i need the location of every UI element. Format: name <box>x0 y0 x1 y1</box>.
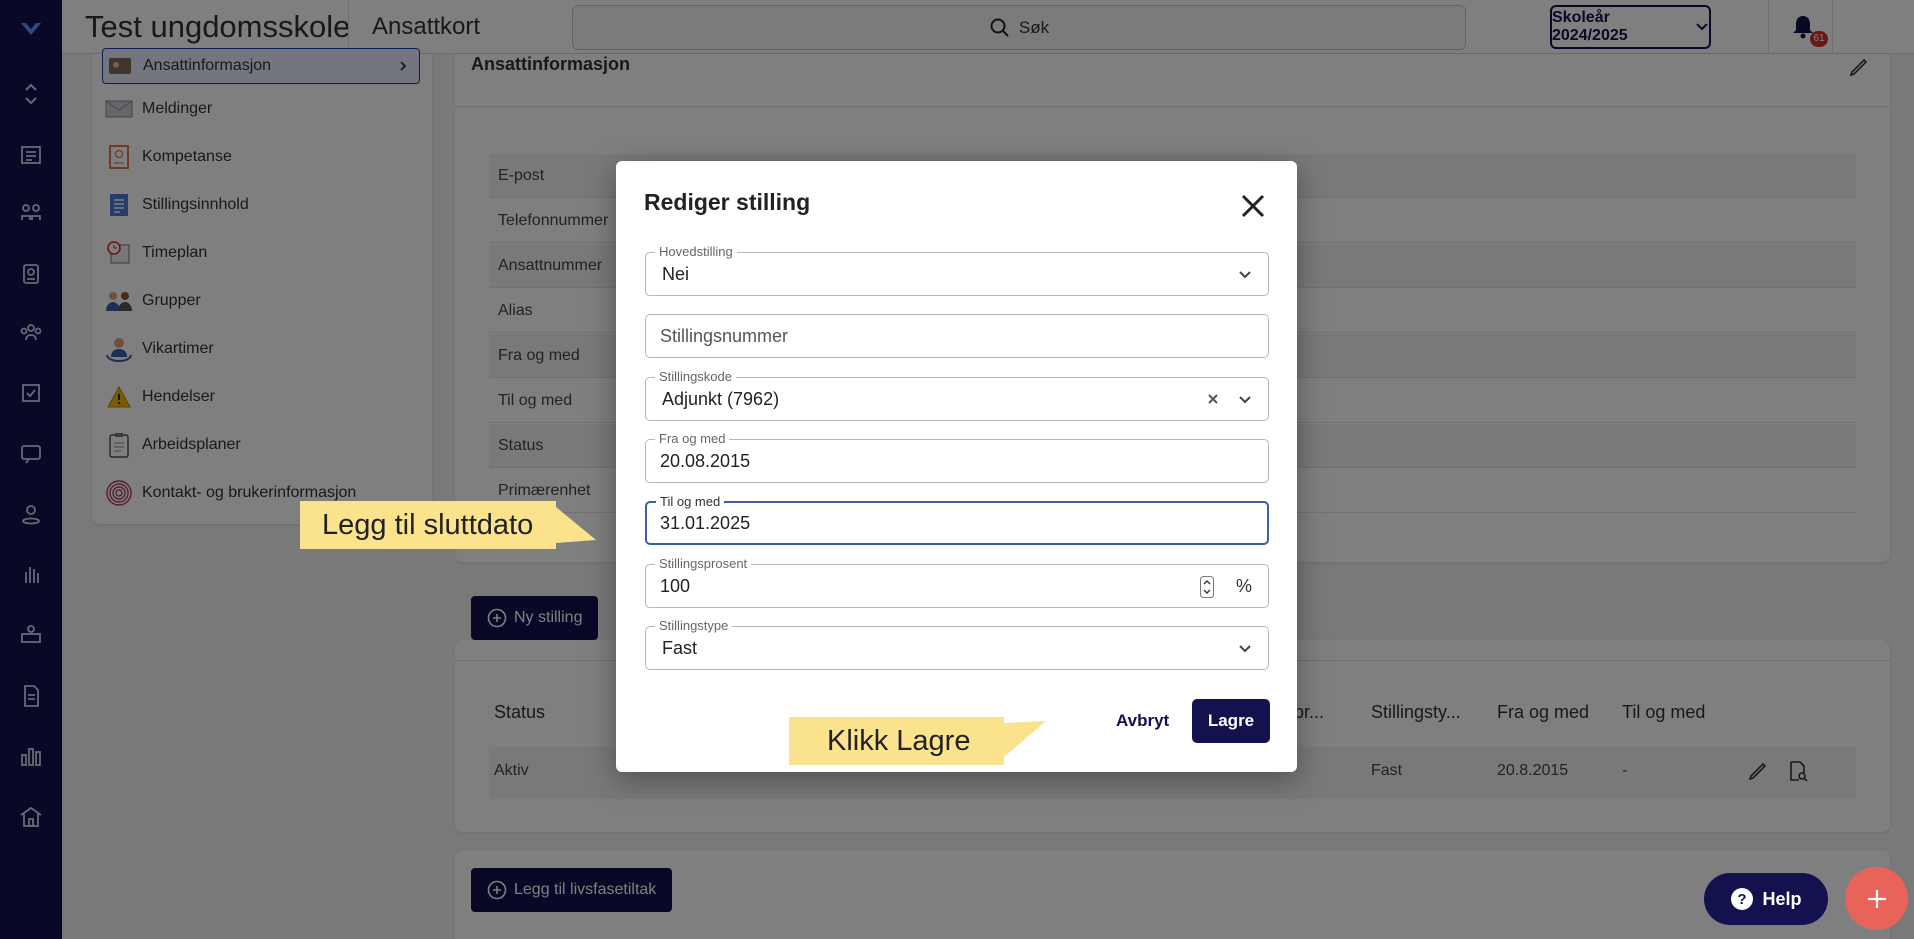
callout-text: Klikk Lagre <box>827 724 971 757</box>
callout-pointer <box>1004 721 1046 757</box>
svg-text:?: ? <box>1738 891 1747 908</box>
callout-save: Klikk Lagre <box>789 717 1046 765</box>
question-circle-icon: ? <box>1731 888 1754 910</box>
field-value: Adjunkt (7962) <box>662 389 780 409</box>
field-value: 31.01.2025 <box>660 513 751 533</box>
stillingstype-select[interactable]: Stillingstype Fast <box>645 618 1269 670</box>
chevron-down-icon <box>1239 271 1251 279</box>
cancel-button[interactable]: Avbryt <box>1102 699 1183 743</box>
close-icon[interactable] <box>1236 189 1270 223</box>
add-fab-button[interactable] <box>1845 867 1908 930</box>
callout-text: Legg til sluttdato <box>322 508 534 541</box>
stillingskode-select[interactable]: Stillingskode Adjunkt (7962) <box>645 369 1269 421</box>
field-value: 20.08.2015 <box>660 451 751 471</box>
edit-position-dialog: Rediger stilling Hovedstilling Nei Still… <box>616 161 1297 772</box>
clear-icon[interactable] <box>1204 390 1222 408</box>
save-button[interactable]: Lagre <box>1192 699 1270 743</box>
field-placeholder: Stillingsnummer <box>660 326 789 346</box>
field-value: Fast <box>662 638 698 658</box>
field-value: Nei <box>662 264 690 284</box>
chevron-down-icon <box>1239 645 1251 653</box>
field-label: Stillingsprosent <box>655 556 752 571</box>
til-og-med-input[interactable]: Til og med 31.01.2025 <box>645 494 1269 545</box>
stillingsprosent-input[interactable]: Stillingsprosent 100 % <box>645 556 1269 608</box>
field-value: 100 <box>660 576 691 596</box>
field-label: Til og med <box>656 494 725 509</box>
callout-end-date: Legg til sluttdato <box>300 501 596 549</box>
field-label: Stillingskode <box>655 369 736 384</box>
number-stepper-icon[interactable] <box>1200 576 1214 598</box>
callout-pointer <box>556 507 596 543</box>
field-label: Fra og med <box>655 431 730 446</box>
field-label: Stillingstype <box>655 618 733 633</box>
field-unit: % <box>1235 576 1252 596</box>
hovedstilling-select[interactable]: Hovedstilling Nei <box>645 244 1269 296</box>
field-label: Hovedstilling <box>655 244 737 259</box>
chevron-down-icon <box>1239 396 1251 404</box>
plus-icon <box>1867 889 1886 908</box>
help-label: Help <box>1762 888 1802 909</box>
stillingsnummer-input[interactable]: Stillingsnummer <box>645 314 1269 358</box>
fra-og-med-input[interactable]: Fra og med 20.08.2015 <box>645 431 1269 483</box>
dialog-title: Rediger stilling <box>644 189 811 215</box>
help-button[interactable]: ? Help <box>1704 873 1828 925</box>
